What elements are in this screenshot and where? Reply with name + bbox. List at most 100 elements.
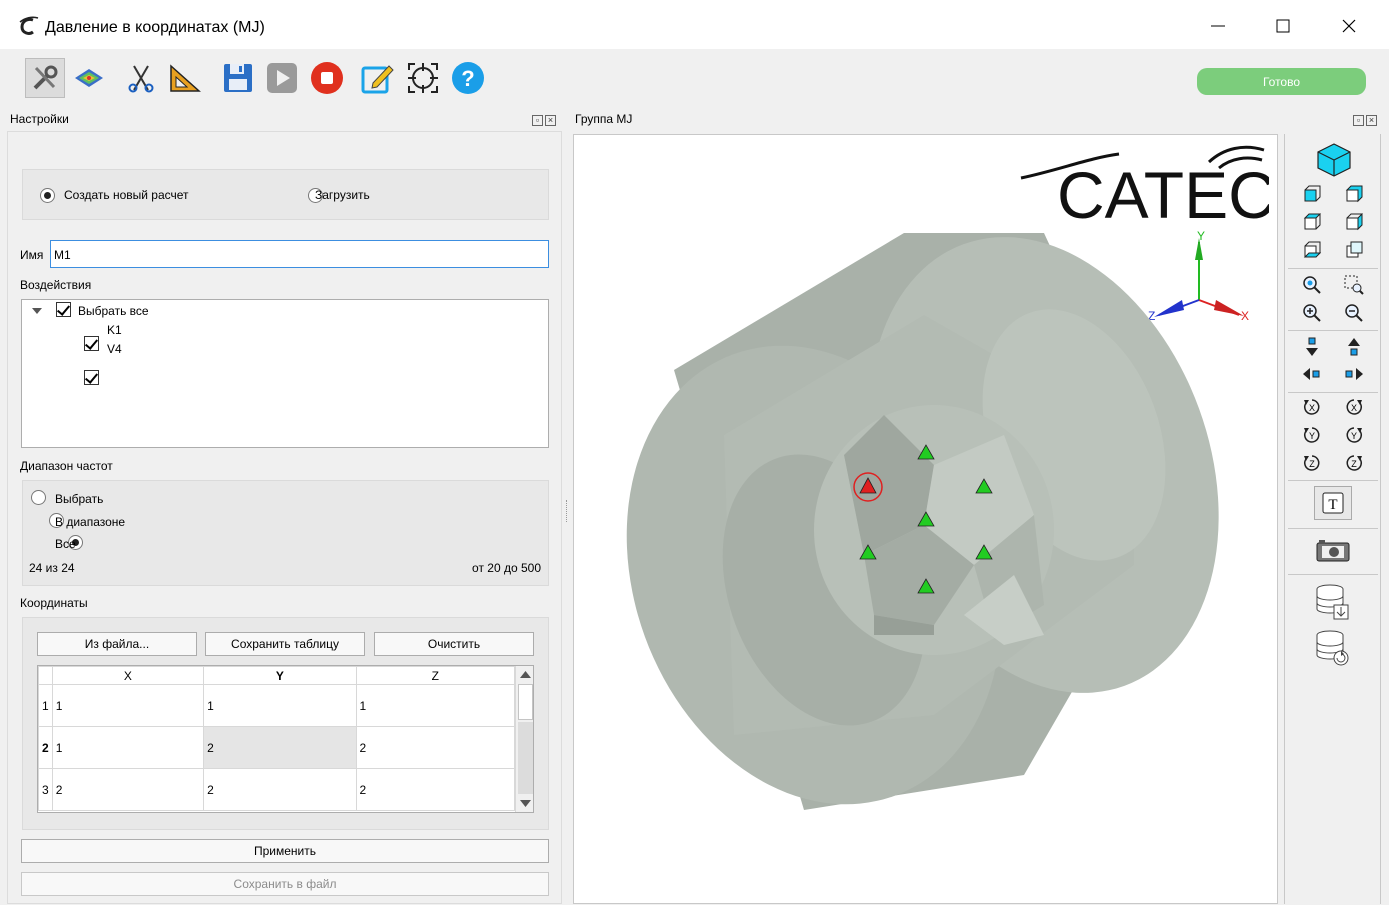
settings-button[interactable]	[25, 58, 65, 98]
save-icon	[224, 64, 252, 92]
pan-right-button[interactable]	[1340, 361, 1368, 387]
cube-front-icon	[1304, 185, 1321, 202]
measure-button[interactable]	[165, 58, 205, 98]
apply-button[interactable]: Применить	[21, 839, 549, 863]
float-button[interactable]: ▫	[532, 115, 543, 126]
zoom-out-button[interactable]	[1340, 300, 1368, 326]
cube-left-icon	[1303, 213, 1321, 230]
screenshot-button[interactable]	[1314, 536, 1352, 566]
col-header-y[interactable]: Y	[203, 666, 357, 685]
cell-z[interactable]: 2	[355, 768, 516, 811]
zoom-in-icon	[1303, 304, 1321, 322]
save-file-button[interactable]: Сохранить в файл	[21, 872, 549, 896]
stop-button[interactable]	[307, 58, 347, 98]
maximize-button[interactable]	[1253, 8, 1313, 44]
zoom-window-icon	[1344, 275, 1364, 295]
view-bottom-button[interactable]	[1340, 237, 1368, 263]
cell-x[interactable]: 1	[51, 684, 205, 727]
surface-map-button[interactable]	[69, 58, 109, 98]
iso-view-button[interactable]	[1316, 142, 1352, 178]
status-badge: Готово	[1197, 68, 1366, 95]
reload-db-button[interactable]	[1312, 628, 1352, 668]
radio-freq-select[interactable]	[31, 490, 46, 505]
scrollbar-track[interactable]	[518, 722, 533, 794]
separator	[1288, 574, 1378, 575]
edit-button[interactable]	[358, 58, 398, 98]
table-scrollbar[interactable]	[515, 666, 533, 812]
view-left-button[interactable]	[1298, 209, 1326, 235]
checkbox-k1[interactable]	[84, 336, 99, 351]
cell-y[interactable]: 1	[203, 684, 357, 727]
col-header-x[interactable]: X	[51, 666, 205, 685]
title-bar: Давление в координатах (MJ)	[0, 0, 1389, 50]
float-button[interactable]: ▫	[1353, 115, 1364, 126]
pan-down-button[interactable]	[1298, 334, 1326, 360]
cell-y[interactable]: 2	[203, 726, 357, 769]
export-db-button[interactable]	[1312, 582, 1352, 622]
select-all-checkbox[interactable]	[56, 302, 71, 317]
save-table-button[interactable]: Сохранить таблицу	[205, 632, 365, 656]
cut-button[interactable]	[121, 58, 161, 98]
view-toolbar: X X Y Y Z Z T	[1284, 134, 1381, 904]
target-icon	[408, 63, 438, 93]
rotate-x-ccw-button[interactable]: X	[1298, 394, 1326, 420]
minimize-button[interactable]	[1188, 8, 1248, 44]
separator	[1288, 480, 1378, 481]
rotate-y-ccw-button[interactable]: Y	[1298, 422, 1326, 448]
run-button[interactable]	[262, 58, 302, 98]
help-button[interactable]: ?	[448, 58, 488, 98]
cell-x[interactable]: 2	[51, 768, 205, 811]
text-tool-button[interactable]: T	[1314, 486, 1352, 520]
maximize-icon	[1276, 19, 1290, 33]
from-file-button[interactable]: Из файла...	[37, 632, 197, 656]
chevron-down-icon[interactable]	[31, 306, 43, 316]
fit-view-button[interactable]	[403, 58, 443, 98]
view-front-button[interactable]	[1298, 181, 1326, 207]
view-back-button[interactable]	[1340, 181, 1368, 207]
clear-button[interactable]: Очистить	[374, 632, 534, 656]
panel-splitter[interactable]	[566, 500, 568, 522]
rotate-y-cw-button[interactable]: Y	[1340, 422, 1368, 448]
view-right-button[interactable]	[1340, 209, 1368, 235]
zoom-in-button[interactable]	[1298, 300, 1326, 326]
settings-icon	[33, 65, 58, 90]
save-button[interactable]	[218, 58, 258, 98]
zoom-window-button[interactable]	[1340, 272, 1368, 298]
checkbox-v4[interactable]	[84, 370, 99, 385]
scroll-down-icon[interactable]	[520, 800, 531, 808]
cell-y[interactable]: 2	[203, 768, 357, 811]
zoom-fit-button[interactable]	[1298, 272, 1326, 298]
pan-up-icon	[1348, 338, 1360, 356]
table-row[interactable]: 1 1 1 1	[38, 684, 516, 727]
pan-up-button[interactable]	[1340, 334, 1368, 360]
mode-group: Создать новый расчет Загрузить	[22, 169, 549, 220]
view-top-button[interactable]	[1298, 237, 1326, 263]
scrollbar-thumb[interactable]	[518, 684, 533, 720]
separator	[1288, 392, 1378, 393]
pan-left-button[interactable]	[1298, 361, 1326, 387]
row-number: 1	[38, 684, 53, 727]
cell-x[interactable]: 1	[51, 726, 205, 769]
table-row[interactable]: 2 1 2 2	[38, 726, 516, 769]
name-input[interactable]: M1	[50, 240, 549, 268]
play-icon	[267, 63, 297, 93]
scroll-up-icon[interactable]	[520, 671, 531, 679]
rotate-z-cw-icon: Z	[1346, 455, 1362, 471]
close-panel-button[interactable]: ×	[1366, 115, 1377, 126]
rotate-z-cw-button[interactable]: Z	[1340, 450, 1368, 476]
cell-z[interactable]: 1	[355, 684, 516, 727]
rotate-z-icon: Z	[1304, 455, 1320, 471]
close-panel-button[interactable]: ×	[545, 115, 556, 126]
actions-tree[interactable]: Выбрать все K1 V4	[21, 299, 549, 448]
svg-text:T: T	[1328, 497, 1337, 513]
3d-viewport[interactable]: CATEC Y X Z	[573, 134, 1278, 904]
close-button[interactable]	[1319, 8, 1379, 44]
table-row[interactable]: 3 2 2 2	[38, 768, 516, 811]
col-header-z[interactable]: Z	[355, 666, 516, 685]
radio-new-calc[interactable]	[40, 188, 55, 203]
rotate-x-cw-button[interactable]: X	[1340, 394, 1368, 420]
radio-load-label: Загрузить	[315, 188, 370, 202]
cell-z[interactable]: 2	[355, 726, 516, 769]
row-number: 3	[38, 768, 53, 811]
rotate-z-ccw-button[interactable]: Z	[1298, 450, 1326, 476]
